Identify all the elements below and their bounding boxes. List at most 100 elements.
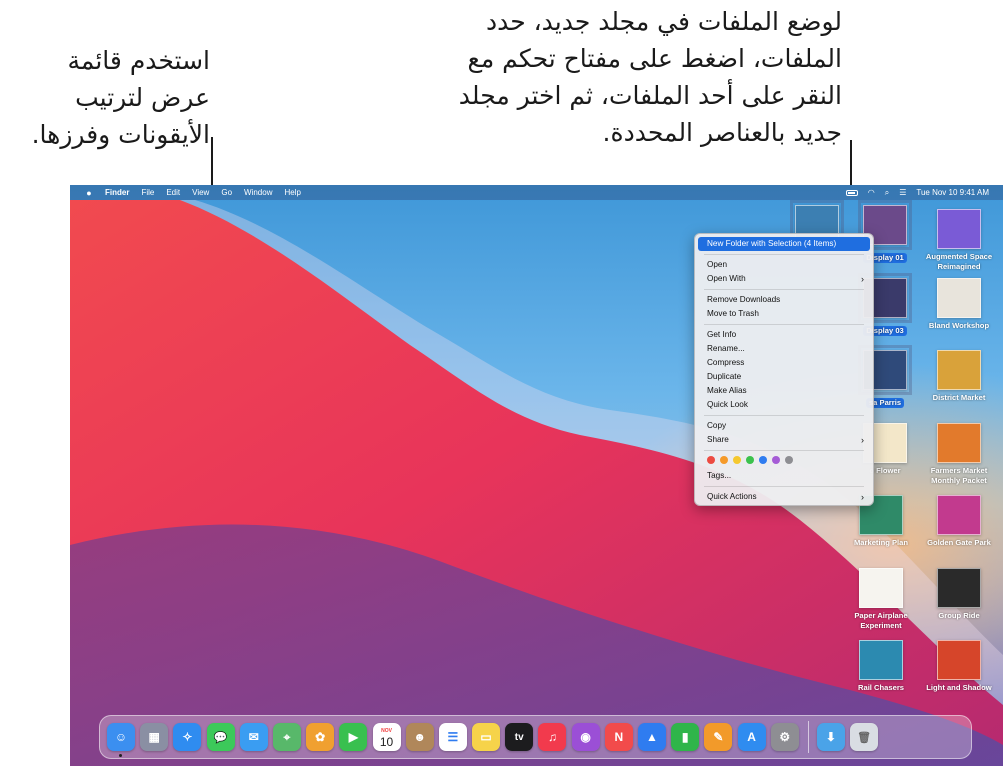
dock-downloads-icon[interactable]: ⬇ <box>816 723 845 751</box>
menu-item-quick-look[interactable]: Quick Look <box>698 398 870 412</box>
menu-item-make-alias[interactable]: Make Alias <box>698 384 870 398</box>
menu-separator <box>704 415 864 416</box>
file-label: Bland Workshop <box>928 321 990 330</box>
desktop-screen: ● Finder File Edit View Go Window Help ◠… <box>70 185 1003 766</box>
dock-photos-icon[interactable]: ✿ <box>306 723 335 751</box>
desktop-file-group-ride[interactable]: Group Ride <box>917 568 1001 621</box>
running-indicator <box>119 754 122 757</box>
tag-orange-dot[interactable] <box>720 456 728 464</box>
chevron-right-icon: › <box>861 435 864 445</box>
tag-yellow-dot[interactable] <box>733 456 741 464</box>
tag-red-dot[interactable] <box>707 456 715 464</box>
menu-item-label: Open With <box>707 274 746 283</box>
menu-item-quick-actions[interactable]: Quick Actions › <box>698 490 870 504</box>
menu-item-copy[interactable]: Copy <box>698 419 870 433</box>
menu-item-tags[interactable]: Tags... <box>698 469 870 483</box>
file-thumbnail <box>937 278 981 318</box>
menu-help[interactable]: Help <box>284 188 300 197</box>
file-label: Group Ride <box>938 611 980 620</box>
menu-item-open[interactable]: Open <box>698 258 870 272</box>
file-thumbnail <box>937 495 981 535</box>
menu-item-compress[interactable]: Compress <box>698 356 870 370</box>
tag-color-picker <box>698 454 870 466</box>
dock-pages-icon[interactable]: ✎ <box>704 723 733 751</box>
dock-music-icon[interactable]: ♫ <box>538 723 567 751</box>
menu-window[interactable]: Window <box>244 188 272 197</box>
dock-news-icon[interactable]: N <box>604 723 633 751</box>
menu-file[interactable]: File <box>141 188 154 197</box>
dock-contacts-icon[interactable]: ☻ <box>405 723 434 751</box>
dock-safari-icon[interactable]: ✧ <box>173 723 202 751</box>
menu-item-open-with[interactable]: Open With › <box>698 272 870 286</box>
spotlight-search-icon[interactable]: ⌕ <box>885 188 889 198</box>
desktop-file-paper-airplane[interactable]: Paper Airplane Experiment <box>839 568 923 631</box>
menu-bar: ● Finder File Edit View Go Window Help ◠… <box>70 185 1003 200</box>
callout-right-line-2: الملفات، اضغط على مفتاح تحكم مع <box>467 44 842 73</box>
chevron-right-icon: › <box>861 492 864 502</box>
menu-separator <box>704 289 864 290</box>
menu-item-new-folder-with-selection[interactable]: New Folder with Selection (4 Items) <box>698 237 870 251</box>
desktop-file-golden-gate-park[interactable]: Golden Gate Park <box>917 495 1001 548</box>
tag-green-dot[interactable] <box>746 456 754 464</box>
dock-launchpad-icon[interactable]: ▦ <box>140 723 169 751</box>
callout-left-line-2: عرض لترتيب <box>75 83 210 112</box>
tag-purple-dot[interactable] <box>772 456 780 464</box>
menu-separator <box>704 254 864 255</box>
menu-finder[interactable]: Finder <box>105 188 129 197</box>
menu-edit[interactable]: Edit <box>166 188 180 197</box>
desktop-file-rail-chasers[interactable]: Rail Chasers <box>839 640 923 693</box>
file-label: Golden Gate Park <box>927 538 991 547</box>
desktop-file-farmers-market[interactable]: Farmers Market Monthly Packet <box>917 423 1001 486</box>
battery-icon[interactable] <box>845 189 858 196</box>
menu-separator <box>704 324 864 325</box>
dock-trash-icon[interactable]: 🗑 <box>850 723 879 751</box>
file-label: Marketing Plan <box>853 538 908 547</box>
desktop-file-augmented-space[interactable]: Augmented Space Reimagined <box>917 209 1001 272</box>
file-thumbnail <box>937 209 981 249</box>
dock-numbers-icon[interactable]: ▮ <box>671 723 700 751</box>
file-thumbnail <box>937 568 981 608</box>
dock-podcasts-icon[interactable]: ◉ <box>571 723 600 751</box>
control-center-icon[interactable]: ☰ <box>899 188 906 197</box>
desktop-file-district-market[interactable]: District Market <box>917 350 1001 403</box>
file-thumbnail <box>859 640 903 680</box>
file-thumbnail <box>937 350 981 390</box>
dock-calendar-icon[interactable]: NOV 10 <box>372 723 401 751</box>
file-label: Rail Chasers <box>857 683 904 692</box>
menubar-clock[interactable]: Tue Nov 10 9:41 AM <box>916 188 989 197</box>
context-menu: New Folder with Selection (4 Items) Open… <box>694 233 874 506</box>
dock: ☺ ▦ ✧ 💬 ✉ ⌖ ✿ ▶ NOV 10 ☻ ☰ ▭ tv ♫ ◉ N ▲ … <box>99 715 972 759</box>
menu-item-remove-downloads[interactable]: Remove Downloads <box>698 293 870 307</box>
menu-item-get-info[interactable]: Get Info <box>698 328 870 342</box>
callout-right-line-4: جديد بالعناصر المحددة. <box>602 118 842 147</box>
wifi-icon[interactable]: ◠ <box>868 188 875 197</box>
apple-menu-icon[interactable]: ● <box>82 188 96 198</box>
tag-blue-dot[interactable] <box>759 456 767 464</box>
dock-tv-icon[interactable]: tv <box>505 723 534 751</box>
dock-app-store-icon[interactable]: A <box>737 723 766 751</box>
menu-item-share[interactable]: Share › <box>698 433 870 447</box>
callout-new-folder: لوضع الملفات في مجلد جديد، حدد الملفات، … <box>430 3 842 151</box>
dock-reminders-icon[interactable]: ☰ <box>438 723 467 751</box>
callout-left-pointer <box>211 137 213 187</box>
dock-finder-icon[interactable]: ☺ <box>107 723 135 757</box>
callout-right-line-3: النقر على أحد الملفات، ثم اختر مجلد <box>458 81 842 110</box>
file-label: Farmers Market Monthly Packet <box>930 466 988 485</box>
dock-system-preferences-icon[interactable]: ⚙ <box>770 723 799 751</box>
dock-notes-icon[interactable]: ▭ <box>472 723 501 751</box>
menu-go[interactable]: Go <box>221 188 232 197</box>
dock-keynote-icon[interactable]: ▲ <box>638 723 666 751</box>
dock-mail-icon[interactable]: ✉ <box>239 723 268 751</box>
menu-item-rename[interactable]: Rename... <box>698 342 870 356</box>
menu-item-move-to-trash[interactable]: Move to Trash <box>698 307 870 321</box>
callout-view-menu: استخدم قائمة عرض لترتيب الأيقونات وفرزها… <box>10 42 210 153</box>
file-thumbnail <box>859 568 903 608</box>
dock-maps-icon[interactable]: ⌖ <box>272 723 301 751</box>
dock-messages-icon[interactable]: 💬 <box>206 723 235 751</box>
menu-view[interactable]: View <box>192 188 209 197</box>
dock-facetime-icon[interactable]: ▶ <box>339 723 368 751</box>
tag-gray-dot[interactable] <box>785 456 793 464</box>
desktop-file-bland-workshop[interactable]: Bland Workshop <box>917 278 1001 331</box>
menu-item-duplicate[interactable]: Duplicate <box>698 370 870 384</box>
desktop-file-light-and-shadow[interactable]: Light and Shadow <box>917 640 1001 693</box>
